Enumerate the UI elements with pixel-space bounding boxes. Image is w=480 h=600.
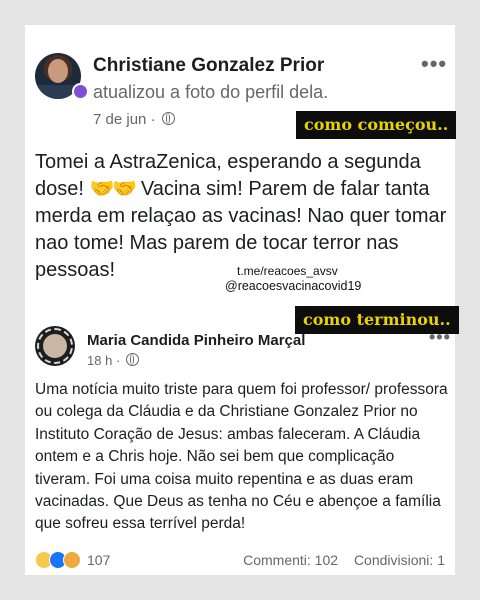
post-stats: Commenti: 102 Condivisioni: 1: [243, 552, 445, 568]
post2-meta: 18 h ·: [87, 353, 139, 368]
post2-separator: ·: [115, 353, 121, 368]
reaction-count: 107: [87, 552, 111, 568]
label-start: como começou..: [296, 111, 457, 139]
reactions-summary[interactable]: 107: [35, 551, 110, 569]
post1-separator: ·: [150, 111, 156, 128]
comments-count[interactable]: Commenti: 102: [243, 552, 338, 568]
avatar-face: [48, 59, 68, 83]
post1-meta: 7 de jun ·: [93, 111, 175, 128]
maria-avatar[interactable]: [35, 326, 75, 366]
channel-handle: @reacoesvacinacovid19: [225, 279, 362, 293]
post1-menu-icon[interactable]: •••: [421, 51, 447, 77]
profile-frame-badge-icon: [72, 83, 89, 100]
telegram-link: t.me/reacoes_avsv: [237, 264, 338, 278]
post2-menu-icon[interactable]: •••: [429, 327, 451, 348]
post1-date[interactable]: 7 de jun: [93, 111, 146, 128]
post1-action-text: atualizou a foto do perfil dela.: [93, 82, 329, 102]
post2-time[interactable]: 18 h: [87, 353, 112, 368]
handshake-emoji-icon: 🤝🤝: [89, 178, 138, 200]
globe-icon: [161, 112, 175, 125]
post2-body: Uma notícia muito triste para quem foi p…: [35, 381, 448, 533]
shares-count[interactable]: Condivisioni: 1: [354, 552, 445, 568]
avatar-photo: [43, 334, 67, 358]
screenshot-frame: Christiane Gonzalez Prior ••• atualizou …: [25, 25, 459, 575]
post1-author-name[interactable]: Christiane Gonzalez Prior: [93, 55, 324, 77]
care-reaction-icon: [63, 551, 81, 569]
post2-author-name[interactable]: Maria Candida Pinheiro Marçal: [87, 332, 305, 349]
globe-icon: [125, 353, 139, 366]
